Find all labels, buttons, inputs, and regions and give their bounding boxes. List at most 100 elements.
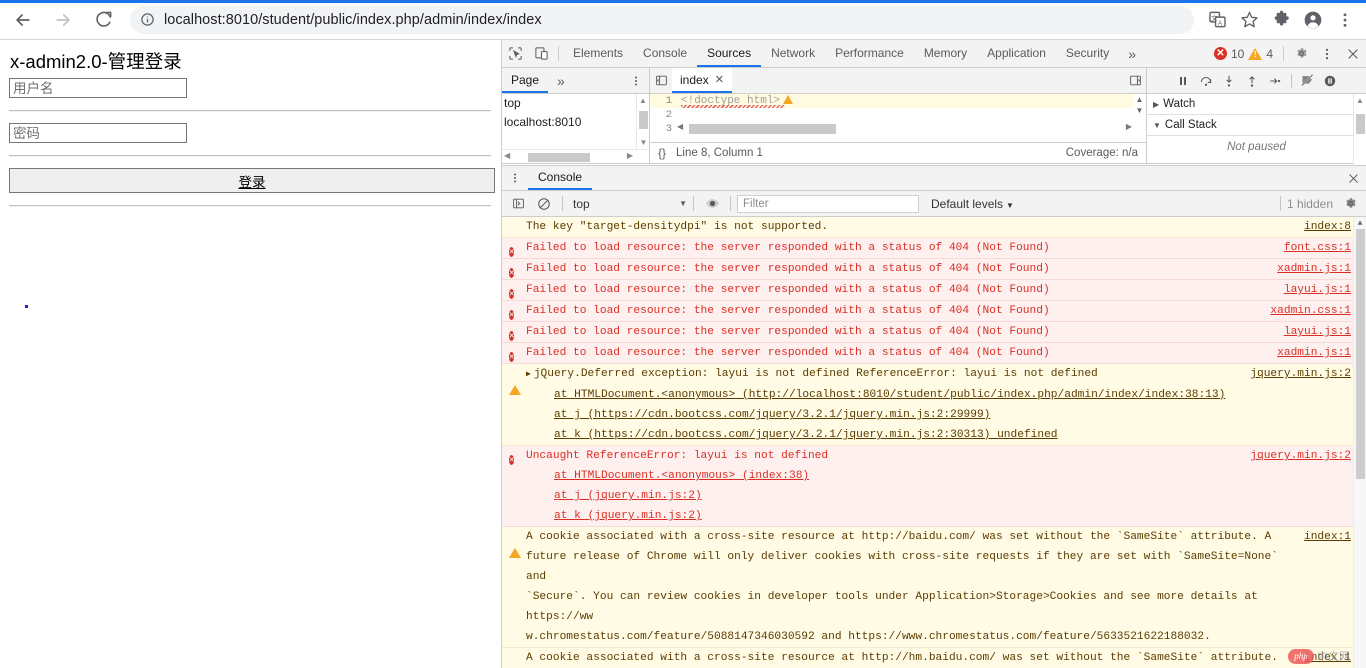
pause-resume-icon[interactable] xyxy=(1173,70,1194,91)
console-sidebar-icon[interactable] xyxy=(506,193,530,215)
star-icon[interactable] xyxy=(1234,5,1264,35)
scroll-thumb[interactable] xyxy=(639,111,648,129)
scroll-up-icon[interactable]: ▲ xyxy=(1354,217,1366,229)
console-message[interactable]: ✕ Failed to load resource: the server re… xyxy=(502,280,1366,301)
scroll-thumb[interactable] xyxy=(1356,229,1365,479)
tab-memory[interactable]: Memory xyxy=(914,40,977,67)
scroll-down-icon[interactable]: ▼ xyxy=(637,136,649,149)
deactivate-breakpoints-icon[interactable] xyxy=(1297,70,1318,91)
inspect-element-icon[interactable] xyxy=(502,40,528,67)
drawer-tab-console[interactable]: Console xyxy=(528,166,593,190)
editor-tab-index[interactable]: index ✕ xyxy=(672,68,732,93)
scroll-down-icon[interactable]: ▼ xyxy=(1133,105,1146,116)
console-message-source[interactable]: xadmin.css:1 xyxy=(1260,301,1351,321)
file-tree[interactable]: top localhost:8010 ▲ ▼ xyxy=(502,94,649,149)
tree-item-top[interactable]: top xyxy=(502,94,649,113)
navigator-menu-icon[interactable] xyxy=(623,68,649,93)
console-message-source[interactable]: xadmin.js:1 xyxy=(1267,343,1351,363)
address-bar[interactable]: localhost:8010/student/public/index.php/… xyxy=(130,5,1194,34)
editor-vertical-scrollbar[interactable]: ▲ ▼ xyxy=(1133,94,1146,142)
stack-frame[interactable]: at j (jquery.min.js:2) xyxy=(554,490,702,502)
gear-icon[interactable] xyxy=(1288,40,1314,67)
navigator-more-icon[interactable]: » xyxy=(548,68,574,93)
console-message-source[interactable]: layui.js:1 xyxy=(1274,280,1351,300)
console-message[interactable]: ✕ Failed to load resource: the server re… xyxy=(502,322,1366,343)
console-settings-gear-icon[interactable] xyxy=(1338,193,1362,215)
console-message[interactable]: ✕ Uncaught ReferenceError: layui is not … xyxy=(502,446,1366,527)
console-message-source[interactable]: layui.js:1 xyxy=(1274,322,1351,342)
hscroll-right-icon[interactable]: ▶ xyxy=(627,151,633,160)
hscroll-thumb[interactable] xyxy=(528,153,590,162)
console-message-source[interactable]: index:1 xyxy=(1294,527,1351,547)
close-devtools-icon[interactable] xyxy=(1340,40,1366,67)
reload-button[interactable] xyxy=(86,3,120,37)
scroll-up-icon[interactable]: ▲ xyxy=(1354,94,1366,107)
console-message[interactable]: ▶jQuery.Deferred exception: layui is not… xyxy=(502,364,1366,446)
console-vertical-scrollbar[interactable]: ▲ xyxy=(1353,217,1366,668)
console-message-list[interactable]: The key "target-densitydpi" is not suppo… xyxy=(502,217,1366,668)
console-message-source[interactable]: xadmin.js:1 xyxy=(1267,259,1351,279)
back-button[interactable] xyxy=(6,3,40,37)
tree-item-localhost[interactable]: localhost:8010 xyxy=(502,113,649,132)
close-icon[interactable]: ✕ xyxy=(715,73,724,86)
hscroll-thumb[interactable] xyxy=(689,124,836,134)
navigator-tab-page[interactable]: Page xyxy=(502,68,549,93)
show-debugger-icon[interactable] xyxy=(1124,68,1146,93)
issue-counters[interactable]: ✕ 10 4 xyxy=(1213,40,1279,67)
log-levels-select[interactable]: Default levels ▼ xyxy=(931,197,1014,211)
forward-button[interactable] xyxy=(46,3,80,37)
device-toolbar-icon[interactable] xyxy=(528,40,554,67)
avatar-icon[interactable] xyxy=(1298,5,1328,35)
tab-sources[interactable]: Sources xyxy=(697,40,762,67)
step-icon[interactable] xyxy=(1265,70,1286,91)
call-stack-section[interactable]: ▼ Call Stack xyxy=(1147,115,1366,136)
console-message[interactable]: ✕ Failed to load resource: the server re… xyxy=(502,259,1366,280)
console-message[interactable]: ✕ Failed to load resource: the server re… xyxy=(502,238,1366,259)
hscroll-right-icon[interactable]: ▶ xyxy=(1126,122,1132,131)
tab-performance[interactable]: Performance xyxy=(825,40,914,67)
step-over-icon[interactable] xyxy=(1196,70,1217,91)
devtools-menu-icon[interactable] xyxy=(1314,40,1340,67)
stack-frame[interactable]: at HTMLDocument.<anonymous> (http://loca… xyxy=(554,389,1225,401)
tab-elements[interactable]: Elements xyxy=(563,40,633,67)
expand-arrow-icon[interactable]: ▶ xyxy=(526,370,531,379)
stack-frame[interactable]: at k (jquery.min.js:2) xyxy=(554,510,702,522)
scroll-up-icon[interactable]: ▲ xyxy=(637,94,649,107)
execution-context-select[interactable]: top ▼ xyxy=(569,197,687,211)
console-filter-input[interactable] xyxy=(737,194,919,213)
stack-frame[interactable]: at k (https://cdn.bootcss.com/jquery/3.2… xyxy=(554,429,1058,441)
console-message-source[interactable]: jquery.min.js:2 xyxy=(1240,364,1351,445)
translate-icon[interactable]: 文A xyxy=(1202,5,1232,35)
console-message-source[interactable]: jquery.min.js:2 xyxy=(1240,446,1351,526)
code-view[interactable]: 1 <!doctype html> 2 3 ◀ ▶ ▲ ▼ xyxy=(650,94,1146,142)
navigator-horizontal-scrollbar[interactable]: ◀ ▶ xyxy=(502,149,649,163)
close-drawer-icon[interactable] xyxy=(1340,166,1366,190)
more-tabs-icon[interactable]: » xyxy=(1119,40,1145,67)
watch-section[interactable]: ▶ Watch xyxy=(1147,94,1366,115)
hscroll-left-icon[interactable]: ◀ xyxy=(677,122,683,131)
console-message[interactable]: The key "target-densitydpi" is not suppo… xyxy=(502,217,1366,248)
password-input[interactable] xyxy=(9,123,187,143)
login-button[interactable]: 登录 xyxy=(9,168,495,193)
console-message[interactable]: ✕ Failed to load resource: the server re… xyxy=(502,343,1366,364)
editor-horizontal-scrollbar[interactable]: ◀ ▶ xyxy=(676,122,1133,136)
pause-on-exceptions-icon[interactable] xyxy=(1320,70,1341,91)
console-message[interactable]: ✕ Failed to load resource: the server re… xyxy=(502,301,1366,322)
info-icon[interactable] xyxy=(140,12,155,27)
three-dot-menu-icon[interactable] xyxy=(1330,5,1360,35)
username-input[interactable] xyxy=(9,78,187,98)
tab-console[interactable]: Console xyxy=(633,40,697,67)
stack-frame[interactable]: at HTMLDocument.<anonymous> (index:38) xyxy=(554,470,809,482)
puzzle-icon[interactable] xyxy=(1266,5,1296,35)
clear-console-icon[interactable] xyxy=(532,193,556,215)
tab-application[interactable]: Application xyxy=(977,40,1056,67)
scroll-thumb[interactable] xyxy=(1356,114,1365,134)
navigator-vertical-scrollbar[interactable]: ▲ ▼ xyxy=(636,94,649,149)
console-message[interactable]: A cookie associated with a cross-site re… xyxy=(502,648,1366,668)
drawer-menu-icon[interactable] xyxy=(502,166,528,190)
stack-frame[interactable]: at j (https://cdn.bootcss.com/jquery/3.2… xyxy=(554,409,990,421)
pretty-print-icon[interactable]: {} xyxy=(658,146,666,160)
tab-security[interactable]: Security xyxy=(1056,40,1119,67)
hscroll-left-icon[interactable]: ◀ xyxy=(504,151,510,160)
step-out-icon[interactable] xyxy=(1242,70,1263,91)
